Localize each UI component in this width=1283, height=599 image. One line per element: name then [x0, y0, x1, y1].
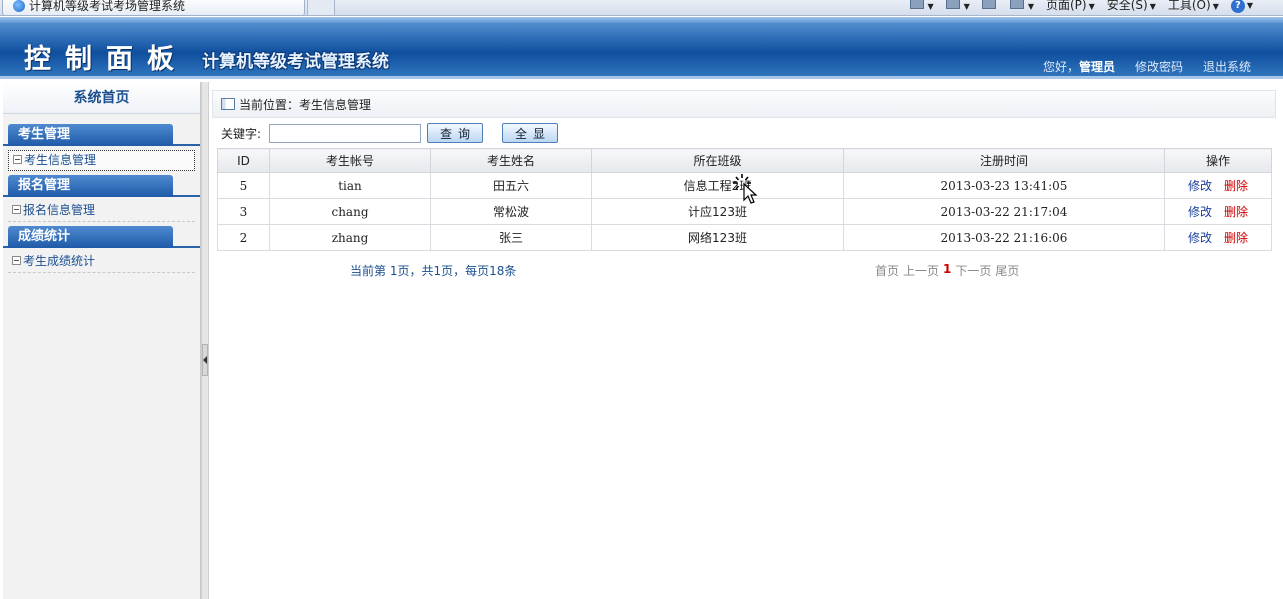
feeds-icon[interactable]: ▼	[945, 0, 970, 12]
brand-title: 控制面板	[24, 44, 188, 75]
new-tab-button[interactable]	[307, 0, 335, 16]
username: 管理员	[1078, 60, 1115, 74]
app-header: 控制面板 计算机等级考试管理系统 您好，管理员 修改密码 退出系统	[0, 17, 1283, 79]
edit-link[interactable]: 修改	[1188, 231, 1212, 245]
sidebar-splitter[interactable]	[201, 82, 209, 599]
delete-link[interactable]: 删除	[1224, 205, 1248, 219]
cell-name: 张三	[430, 224, 592, 251]
table-header-row: ID 考生帐号 考生姓名 所在班级 注册时间 操作	[217, 148, 1272, 173]
tree-collapse-icon	[12, 205, 21, 214]
menu-header-students[interactable]: 考生管理	[8, 124, 173, 146]
pager-prev[interactable]: 上一页	[903, 262, 939, 279]
cell-class: 计应123班	[591, 198, 844, 225]
col-name[interactable]: 考生姓名	[430, 148, 592, 173]
user-area: 您好，管理员 修改密码 退出系统	[1043, 58, 1251, 75]
browser-command-bar: ▼ ▼ ▼ 页面(P) ▼ 安全(S) ▼ 工具(O) ▼ ? ▼	[909, 0, 1253, 13]
mail-icon[interactable]	[981, 0, 998, 12]
collapse-arrow-icon[interactable]	[202, 344, 208, 376]
menu-group-students: 考生管理 考生信息管理	[3, 124, 200, 171]
menu-group-scores: 成绩统计 考生成绩统计	[3, 226, 200, 273]
pager: 首页 上一页 1 下一页 尾页	[875, 262, 1019, 279]
table-row: 2 zhang 张三 网络123班 2013-03-22 21:16:06 修改…	[217, 224, 1272, 251]
window-icon	[221, 98, 235, 110]
show-all-button[interactable]: 全显	[502, 123, 559, 143]
col-time[interactable]: 注册时间	[843, 148, 1165, 173]
user-greeting: 您好，管理员	[1042, 60, 1115, 74]
sidebar-item-score-stats[interactable]: 考生成绩统计	[8, 252, 195, 273]
sidebar-item-student-info[interactable]: 考生信息管理	[8, 150, 195, 171]
browser-tab-title: 计算机等级考试考场管理系统	[29, 0, 186, 13]
col-class[interactable]: 所在班级	[591, 148, 844, 173]
system-subtitle: 计算机等级考试管理系统	[202, 52, 389, 72]
col-actions: 操作	[1164, 148, 1272, 173]
col-account[interactable]: 考生帐号	[269, 148, 431, 173]
menu-group-registration: 报名管理 报名信息管理	[3, 175, 200, 222]
home-icon[interactable]: ▼	[909, 0, 934, 12]
sidebar-item-registration-info[interactable]: 报名信息管理	[8, 201, 195, 222]
cell-class: 网络123班	[591, 224, 844, 251]
delete-link[interactable]: 删除	[1224, 231, 1248, 245]
cell-account: tian	[269, 172, 431, 199]
query-button[interactable]: 查询	[427, 123, 484, 143]
help-icon[interactable]: ? ▼	[1230, 0, 1253, 13]
menu-safety[interactable]: 安全(S) ▼	[1107, 0, 1156, 13]
cell-time: 2013-03-22 21:17:04	[843, 198, 1165, 225]
browser-toolbar: 计算机等级考试考场管理系统 ▼ ▼ ▼ 页面(P) ▼ 安全(S) ▼ 工具(O) ▼…	[0, 0, 1283, 16]
cell-actions: 修改 删除	[1164, 224, 1272, 251]
pager-next[interactable]: 下一页	[955, 262, 991, 279]
logout-link[interactable]: 退出系统	[1203, 58, 1251, 75]
menu-page[interactable]: 页面(P) ▼	[1046, 0, 1095, 13]
tree-collapse-icon	[12, 256, 21, 265]
cell-id: 5	[217, 172, 270, 199]
change-password-link[interactable]: 修改密码	[1135, 58, 1183, 75]
cell-name: 田五六	[430, 172, 592, 199]
main-content: 当前位置：考生信息管理 关键字: 查询 全显 ID 考生帐号 考生姓名 所在班级…	[212, 82, 1278, 599]
cell-account: zhang	[269, 224, 431, 251]
cell-account: chang	[269, 198, 431, 225]
tree-collapse-icon	[13, 155, 22, 164]
cell-name: 常松波	[430, 198, 592, 225]
breadcrumb-text: 当前位置：考生信息管理	[239, 97, 372, 112]
cell-id: 2	[217, 224, 270, 251]
pager-first[interactable]: 首页	[875, 262, 899, 279]
cell-time: 2013-03-23 13:41:05	[843, 172, 1165, 199]
keyword-label: 关键字:	[221, 126, 262, 141]
pager-last[interactable]: 尾页	[995, 262, 1019, 279]
delete-link[interactable]: 删除	[1224, 179, 1248, 193]
search-bar: 关键字: 查询 全显	[221, 123, 559, 143]
edit-link[interactable]: 修改	[1188, 205, 1212, 219]
pager-current: 1	[943, 262, 952, 276]
keyword-input[interactable]	[269, 123, 422, 143]
ie-logo-icon	[13, 0, 25, 12]
cell-class: 信息工程2班	[591, 172, 844, 199]
col-id[interactable]: ID	[217, 148, 270, 173]
menu-tools[interactable]: 工具(O) ▼	[1168, 0, 1219, 13]
busy-cursor-icon	[733, 174, 758, 204]
cell-actions: 修改 删除	[1164, 198, 1272, 225]
menu-header-registration[interactable]: 报名管理	[8, 175, 173, 197]
cell-actions: 修改 删除	[1164, 172, 1272, 199]
cell-time: 2013-03-22 21:16:06	[843, 224, 1165, 251]
browser-tab[interactable]: 计算机等级考试考场管理系统	[2, 0, 305, 16]
sidebar-home-link[interactable]: 系统首页	[3, 82, 200, 114]
print-icon[interactable]: ▼	[1009, 0, 1034, 12]
sidebar: 系统首页 考生管理 考生信息管理 报名管理 报名信息管理 成绩统计 考生成绩统计	[3, 82, 201, 599]
pager-summary: 当前第 1页，共1页，每页18条	[350, 264, 517, 278]
menu-header-scores[interactable]: 成绩统计	[8, 226, 173, 248]
edit-link[interactable]: 修改	[1188, 179, 1212, 193]
cell-id: 3	[217, 198, 270, 225]
breadcrumb: 当前位置：考生信息管理	[212, 90, 1276, 118]
